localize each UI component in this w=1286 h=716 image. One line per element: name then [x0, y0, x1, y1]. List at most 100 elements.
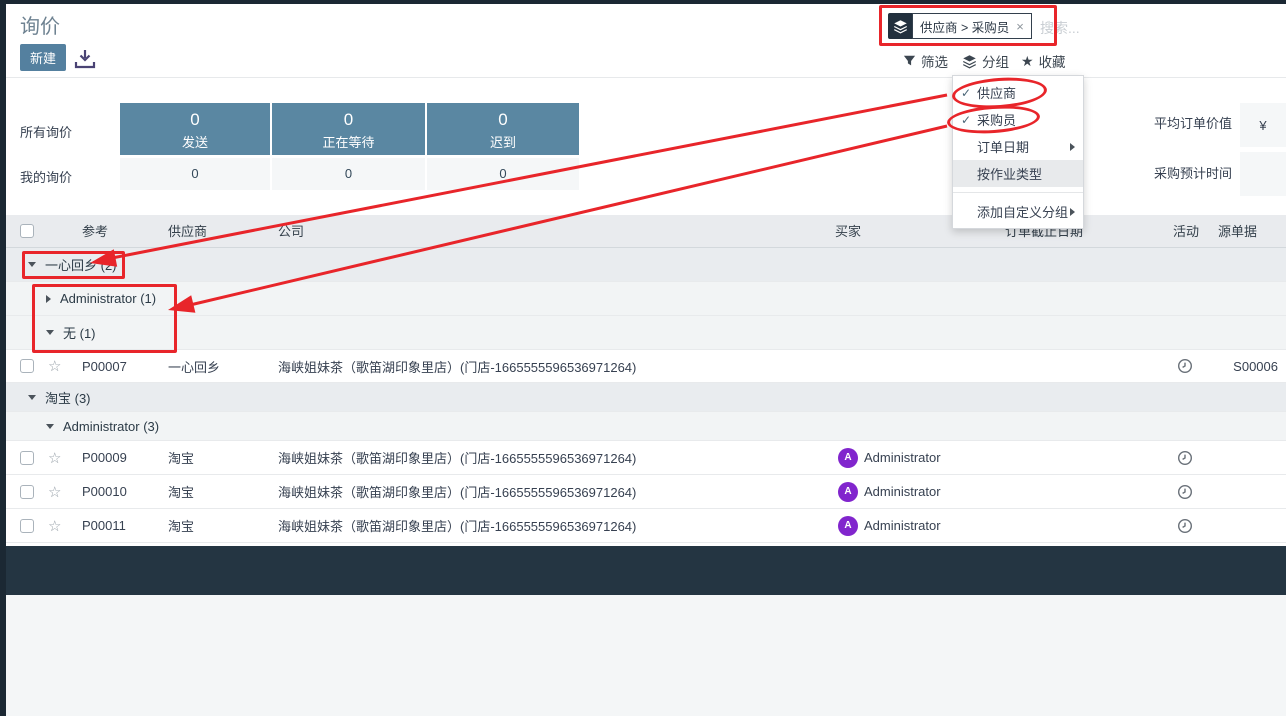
layers-icon: [962, 54, 977, 69]
table-row[interactable]: ☆ P00009 淘宝 海峡姐妹茶（歌笛湖印象里店）(门店-1665555596…: [6, 441, 1286, 475]
star-icon[interactable]: ☆: [48, 441, 61, 474]
row-company: 海峡姐妹茶（歌笛湖印象里店）(门店-1665555596536971264): [278, 475, 636, 508]
group-row-vendor-2[interactable]: 淘宝 (3): [6, 383, 1286, 412]
bottom-panel-bar: [6, 546, 1286, 595]
row-reference: P00009: [82, 441, 127, 474]
col-header-buyer[interactable]: 买家: [835, 215, 861, 248]
group-label: Administrator (1): [60, 291, 156, 306]
row-checkbox[interactable]: [20, 485, 34, 499]
activity-clock-icon[interactable]: [1177, 350, 1193, 382]
col-header-source-document[interactable]: 源单据: [1218, 215, 1257, 248]
avatar: A: [838, 448, 858, 468]
table-row[interactable]: ☆ P00011 淘宝 海峡姐妹茶（歌笛湖印象里店）(门店-1665555596…: [6, 509, 1286, 543]
star-icon[interactable]: ☆: [48, 475, 61, 508]
my-rfq-label[interactable]: 我的询价: [20, 167, 72, 186]
stat-waiting-mine[interactable]: 0: [272, 158, 425, 190]
group-row-buyer-admin3[interactable]: Administrator (3): [6, 412, 1286, 441]
group-label: 一心回乡 (2): [45, 255, 117, 274]
row-checkbox[interactable]: [20, 359, 34, 373]
row-company: 海峡姐妹茶（歌笛湖印象里店）(门店-1665555596536971264): [278, 509, 636, 542]
row-buyer: Administrator: [864, 450, 941, 465]
star-icon[interactable]: ☆: [48, 509, 61, 542]
stat-sent[interactable]: 0 发送: [120, 103, 270, 155]
avatar: A: [838, 482, 858, 502]
menu-divider: [953, 192, 1083, 193]
row-vendor: 淘宝: [168, 475, 194, 508]
star-icon[interactable]: ☆: [48, 350, 61, 382]
select-all-checkbox[interactable]: [20, 224, 34, 238]
stat-waiting[interactable]: 0 正在等待: [272, 103, 425, 155]
group-by-layers-icon: [888, 13, 912, 39]
group-row-buyer-admin1[interactable]: Administrator (1): [6, 282, 1286, 316]
table-header: 参考 供应商 公司 买家 订单截止日期 活动 源单据: [6, 215, 1286, 248]
avg-order-value-label: 平均订单价值: [1120, 113, 1232, 132]
activity-clock-icon[interactable]: [1177, 509, 1193, 542]
row-checkbox[interactable]: [20, 451, 34, 465]
facet-value: 供应商 > 采购员 ×: [912, 13, 1032, 39]
row-company: 海峡姐妹茶（歌笛湖印象里店）(门店-1665555596536971264): [278, 350, 636, 382]
check-icon: ✓: [961, 113, 977, 127]
row-source-document: S00006: [1233, 350, 1278, 382]
facet-label: 供应商 > 采购员: [920, 17, 1009, 36]
filter-button[interactable]: 筛选: [903, 52, 948, 70]
row-vendor: 淘宝: [168, 509, 194, 542]
check-icon: ✓: [961, 86, 977, 100]
row-reference: P00010: [82, 475, 127, 508]
control-panel-divider: [6, 77, 1286, 78]
lead-time-box: [1240, 152, 1286, 196]
page-title: 询价: [20, 10, 60, 39]
bottom-empty-area: [6, 595, 1286, 716]
caret-right-icon[interactable]: [46, 295, 51, 303]
table-row[interactable]: ☆ P00010 淘宝 海峡姐妹茶（歌笛湖印象里店）(门店-1665555596…: [6, 475, 1286, 509]
group-row-vendor-1[interactable]: 一心回乡 (2): [6, 248, 1286, 282]
favorites-button[interactable]: ★ 收藏: [1021, 52, 1066, 70]
col-header-activity[interactable]: 活动: [1173, 215, 1199, 248]
caret-down-icon[interactable]: [46, 330, 54, 335]
search-input[interactable]: 搜索...: [1040, 18, 1080, 38]
table-row[interactable]: ☆ P00007 一心回乡 海峡姐妹茶（歌笛湖印象里店）(门店-16655555…: [6, 350, 1286, 383]
facet-remove-icon[interactable]: ×: [1016, 19, 1024, 34]
app-window: 询价 新建 供应商 > 采购员 × 搜索... 筛选 分组 ★ 收藏 ✓ 供应商…: [0, 0, 1286, 716]
row-vendor: 淘宝: [168, 441, 194, 474]
col-header-reference[interactable]: 参考: [82, 215, 108, 248]
group-label: Administrator (3): [63, 419, 159, 434]
lead-time-label: 采购预计时间: [1120, 163, 1232, 182]
row-vendor: 一心回乡: [168, 350, 220, 382]
caret-down-icon[interactable]: [46, 424, 54, 429]
stat-late[interactable]: 0 迟到: [427, 103, 579, 155]
submenu-caret-icon: [1070, 208, 1075, 216]
row-reference: P00007: [82, 350, 127, 382]
download-icon[interactable]: [74, 49, 96, 69]
submenu-caret-icon: [1070, 143, 1075, 151]
avatar: A: [838, 516, 858, 536]
row-buyer: Administrator: [864, 484, 941, 499]
top-edge-strip: [0, 0, 1286, 4]
star-icon: ★: [1021, 53, 1034, 70]
activity-clock-icon[interactable]: [1177, 441, 1193, 474]
group-by-menu: ✓ 供应商 ✓ 采购员 订单日期 按作业类型 添加自定义分组: [952, 75, 1084, 229]
col-header-company[interactable]: 公司: [278, 215, 304, 248]
group-label: 淘宝 (3): [45, 388, 91, 407]
menu-item-buyer[interactable]: ✓ 采购员: [953, 106, 1083, 133]
filter-icon: [903, 55, 916, 67]
all-rfq-label[interactable]: 所有询价: [20, 122, 72, 141]
avg-order-value-box: ¥: [1240, 103, 1286, 147]
group-row-buyer-none[interactable]: 无 (1): [6, 316, 1286, 350]
menu-item-vendor[interactable]: ✓ 供应商: [953, 79, 1083, 106]
row-reference: P00011: [82, 509, 126, 542]
menu-item-operation-type[interactable]: 按作业类型: [953, 160, 1083, 187]
group-by-button[interactable]: 分组: [962, 52, 1009, 70]
activity-clock-icon[interactable]: [1177, 475, 1193, 508]
caret-down-icon[interactable]: [28, 395, 36, 400]
new-button[interactable]: 新建: [20, 44, 66, 71]
group-label: 无 (1): [63, 323, 96, 342]
caret-down-icon[interactable]: [28, 262, 36, 267]
row-company: 海峡姐妹茶（歌笛湖印象里店）(门店-1665555596536971264): [278, 441, 636, 474]
col-header-vendor[interactable]: 供应商: [168, 215, 207, 248]
menu-item-order-date[interactable]: 订单日期: [953, 133, 1083, 160]
stat-late-mine[interactable]: 0: [427, 158, 579, 190]
menu-item-add-custom-group[interactable]: 添加自定义分组: [953, 198, 1083, 225]
row-checkbox[interactable]: [20, 519, 34, 533]
stat-sent-mine[interactable]: 0: [120, 158, 270, 190]
search-facet[interactable]: 供应商 > 采购员 ×: [888, 13, 1032, 39]
